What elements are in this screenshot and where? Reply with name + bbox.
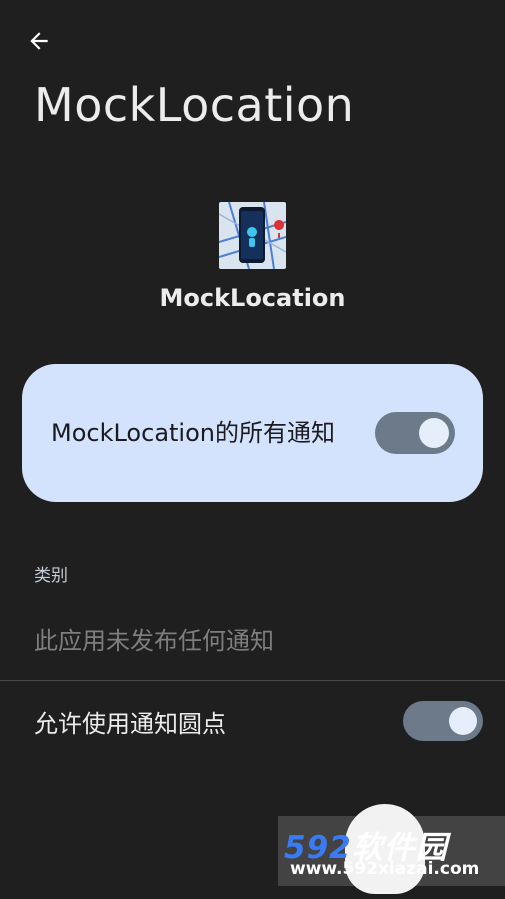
app-icon	[219, 202, 286, 269]
page-title: MockLocation	[34, 78, 355, 132]
notification-dot-toggle-row[interactable]: 允许使用通知圆点	[0, 682, 505, 760]
back-button[interactable]	[22, 24, 56, 58]
notification-dot-label: 允许使用通知圆点	[34, 709, 226, 738]
all-notifications-toggle-row[interactable]: MockLocation的所有通知	[22, 364, 483, 502]
app-name: MockLocation	[159, 284, 346, 312]
arrow-left-icon	[30, 32, 48, 50]
switch-thumb	[419, 418, 449, 448]
app-phone-map-icon	[219, 202, 286, 269]
switch-thumb	[449, 707, 477, 735]
watermark-url: www.592xiazai.com	[290, 859, 480, 879]
all-notifications-label: MockLocation的所有通知	[51, 418, 335, 447]
all-notifications-switch[interactable]	[375, 412, 455, 454]
no-categories-message: 此应用未发布任何通知	[34, 627, 274, 655]
notification-dot-switch[interactable]	[403, 701, 483, 741]
categories-header: 类别	[34, 566, 68, 586]
divider	[0, 680, 505, 681]
